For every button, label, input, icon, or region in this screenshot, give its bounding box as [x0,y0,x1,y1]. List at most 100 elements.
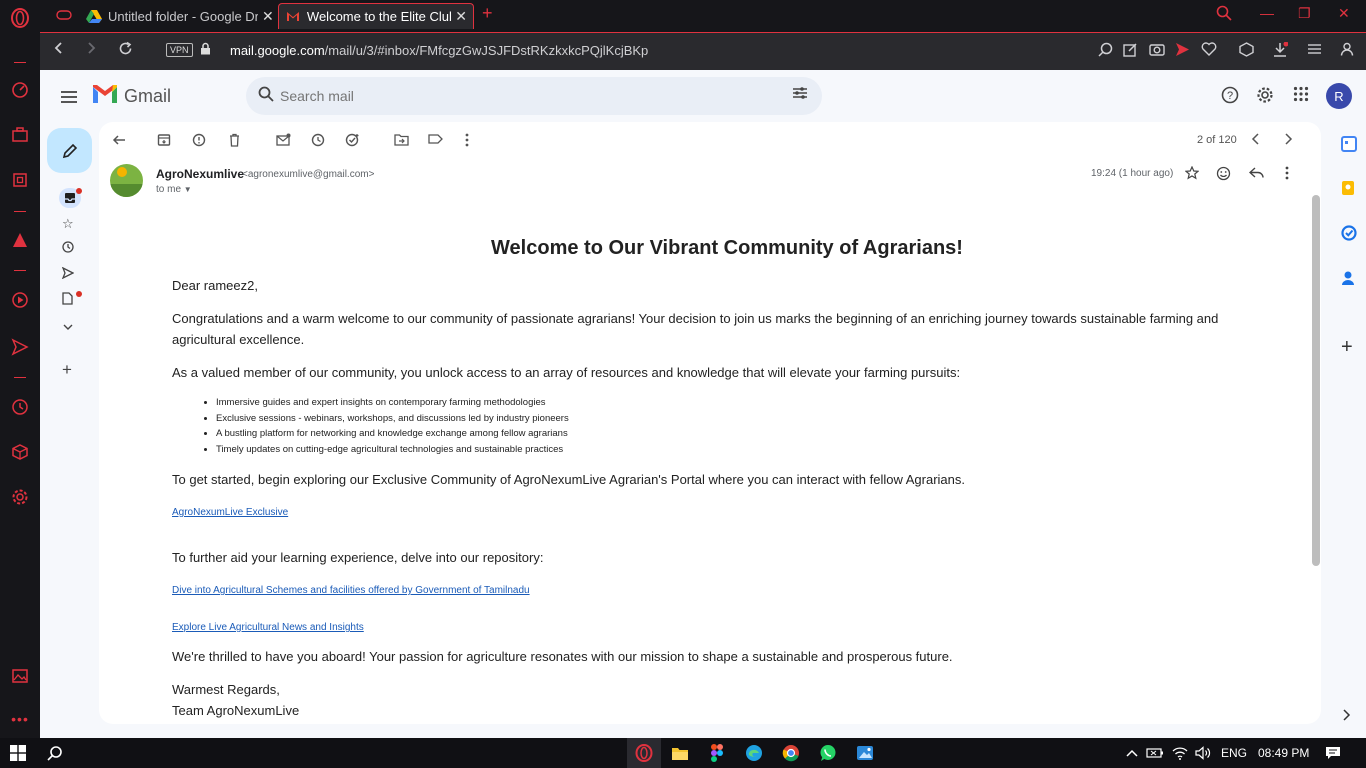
older-icon[interactable] [1283,133,1293,148]
file-explorer-icon[interactable] [671,744,689,762]
input-language[interactable]: ENG [1221,746,1247,760]
tasks-icon[interactable] [1341,225,1357,241]
notifications-icon[interactable] [1324,744,1342,762]
snooze-icon[interactable] [311,133,325,150]
whatsapp-icon[interactable] [819,744,837,762]
heart-icon[interactable] [1201,42,1217,59]
compose-button[interactable] [47,128,92,173]
send-icon[interactable] [10,337,30,357]
snoozed-icon[interactable] [62,241,74,256]
back-icon[interactable] [52,41,66,60]
search-icon[interactable] [46,744,64,762]
keep-icon[interactable] [1341,180,1357,196]
send-flow-icon[interactable] [1175,42,1190,60]
minimize-button[interactable]: — [1260,5,1274,21]
settings-gear-icon[interactable] [10,487,30,507]
player-icon[interactable] [10,290,30,310]
restore-button[interactable]: ❐ [1298,5,1311,22]
vpn-badge[interactable]: VPN [166,43,193,57]
show-hidden-icons[interactable] [1123,744,1141,762]
downloads-icon[interactable] [1272,41,1289,61]
edge-icon[interactable] [745,744,763,762]
workspaces-icon[interactable] [10,125,30,145]
star-icon[interactable] [1184,165,1200,183]
report-spam-icon[interactable] [192,133,206,150]
figma-icon[interactable] [708,744,726,762]
opera-logo-icon[interactable] [10,8,30,28]
news-link[interactable]: Explore Live Agricultural News and Insig… [172,617,1282,638]
help-icon[interactable]: ? [1221,86,1239,109]
close-tab-icon[interactable]: ✕ [455,8,467,25]
create-label-icon[interactable]: + [62,360,72,380]
gallery-icon[interactable] [10,666,30,686]
add-to-tasks-icon[interactable] [345,133,360,150]
opera-taskbar-icon[interactable] [635,744,653,762]
move-to-icon[interactable] [394,133,409,149]
search-icon[interactable] [258,86,274,106]
more-labels-icon[interactable] [62,319,74,334]
url-field[interactable]: mail.google.com/mail/u/3/#inbox/FMfcgzGw… [230,43,648,58]
emoji-react-icon[interactable] [1216,166,1231,184]
account-avatar[interactable]: R [1326,83,1352,109]
apps-grid-icon[interactable] [1293,86,1309,107]
gmail-logo[interactable]: Gmail [92,84,171,109]
tab-switcher[interactable] [50,3,78,29]
mark-unread-icon[interactable] [276,133,291,149]
tab-gmail[interactable]: Welcome to the Elite Club of AgroNexumLi… [278,3,474,29]
get-addons-icon[interactable]: + [1341,337,1357,357]
edit-icon[interactable] [1123,42,1138,60]
drafts-icon[interactable] [62,292,73,308]
search-tabs-icon[interactable] [1216,5,1232,24]
sender-avatar[interactable] [110,164,143,197]
extensions-cube-icon[interactable] [10,442,30,462]
sent-icon[interactable] [61,266,75,282]
more-icon[interactable]: ••• [10,709,30,729]
easy-setup-icon[interactable] [1307,42,1322,59]
search-input[interactable] [280,85,760,107]
contacts-icon[interactable] [1341,270,1357,286]
calendar-icon[interactable] [1341,136,1357,152]
battery-icon[interactable] [1146,744,1164,762]
more-options-icon[interactable] [465,133,469,150]
tab-google-drive[interactable]: Untitled folder - Google Drive ✕ [80,3,280,29]
newer-icon[interactable] [1251,133,1261,148]
photos-icon[interactable] [856,744,874,762]
url-host: mail.google.com [230,43,325,58]
reply-icon[interactable] [1248,166,1264,182]
search-page-icon[interactable] [1098,42,1113,60]
camera-icon[interactable] [1149,42,1165,59]
reload-icon[interactable] [118,41,133,61]
schemes-link[interactable]: Dive into Agricultural Schemes and facil… [172,580,1282,601]
email-body: Welcome to Our Vibrant Community of Agra… [172,238,1282,724]
wifi-icon[interactable] [1171,744,1189,762]
sender-name[interactable]: AgroNexumlive [156,167,244,181]
settings-icon[interactable] [1256,86,1274,109]
ai-icon[interactable] [10,170,30,190]
volume-icon[interactable] [1194,744,1212,762]
search-options-icon[interactable] [792,86,808,104]
message-scrollbar[interactable] [1312,195,1320,566]
main-menu-icon[interactable] [60,88,78,109]
hide-side-panel-icon[interactable] [1341,708,1357,724]
back-to-inbox-icon[interactable] [112,133,126,150]
aria-icon[interactable] [10,230,30,250]
lock-icon[interactable] [200,42,211,58]
system-clock[interactable]: 08:49 PM [1258,746,1309,760]
delete-icon[interactable] [228,133,241,150]
chrome-icon[interactable] [782,744,800,762]
close-window-button[interactable]: ✕ [1338,5,1350,22]
forward-icon[interactable] [84,41,98,60]
speed-dial-icon[interactable] [10,80,30,100]
history-icon[interactable] [10,397,30,417]
exclusive-portal-link[interactable]: AgroNexumLive Exclusive [172,502,1282,523]
windows-start-icon[interactable] [9,744,27,762]
labels-icon[interactable] [428,133,443,148]
profile-icon[interactable] [1340,42,1354,59]
new-tab-button[interactable]: + [482,3,493,24]
message-more-icon[interactable] [1285,166,1289,183]
close-tab-icon[interactable]: ✕ [262,8,274,25]
recipient-details[interactable]: to me ▼ [156,184,192,195]
archive-icon[interactable] [157,133,171,150]
starred-icon[interactable]: ☆ [62,216,74,232]
extensions-icon[interactable] [1239,42,1254,60]
